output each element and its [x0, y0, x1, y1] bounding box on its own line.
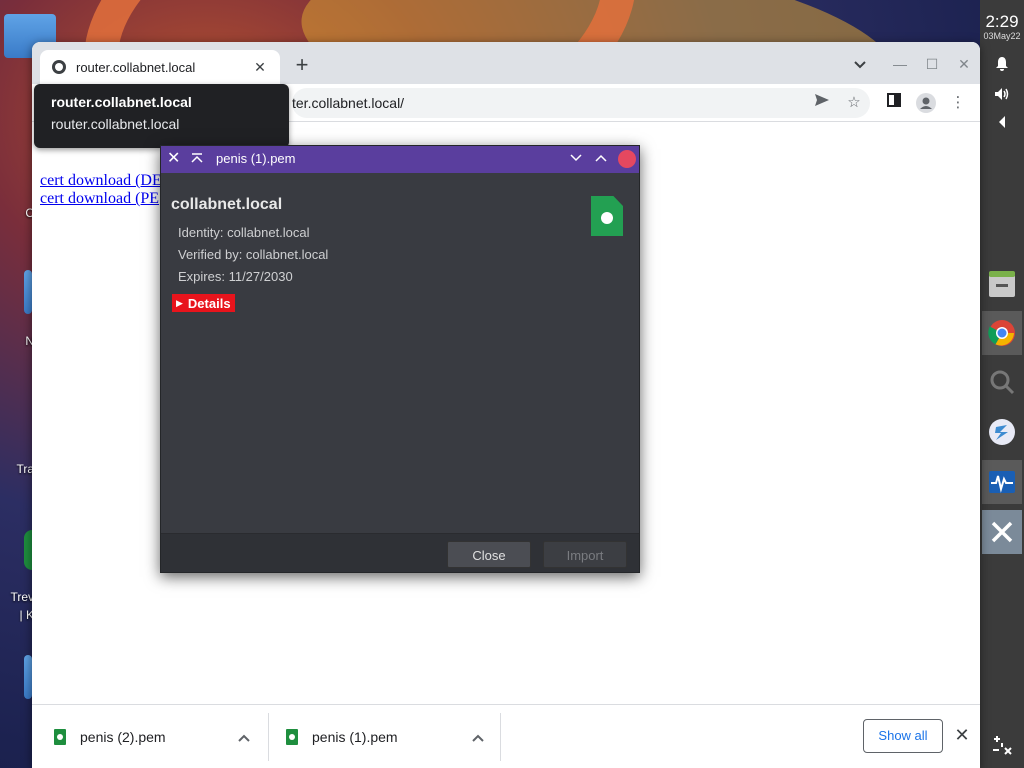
dialog-footer: Close Import: [161, 533, 639, 572]
certificate-dialog: ✕ penis (1).pem collabnet.local Identity…: [160, 145, 640, 573]
system-shelf: 2:29 03May22: [980, 0, 1024, 768]
tab-hover-tooltip: router.collabnet.local router.collabnet.…: [34, 84, 289, 148]
dialog-title: penis (1).pem: [216, 151, 296, 166]
chevron-up-icon[interactable]: [472, 729, 484, 745]
side-panel-icon[interactable]: [884, 93, 904, 113]
tooltip-subtitle: router.collabnet.local: [51, 116, 180, 132]
collapse-arrow-icon[interactable]: [980, 111, 1024, 133]
monitor-app-icon[interactable]: [982, 460, 1022, 504]
new-tab-button[interactable]: +: [290, 54, 314, 78]
dialog-body: collabnet.local Identity: collabnet.loca…: [161, 173, 639, 533]
dialog-titlebar[interactable]: ✕ penis (1).pem: [161, 146, 639, 173]
downloads-bar: penis (2).pem penis (1).pem Show all ✕: [32, 704, 980, 768]
clock-date[interactable]: 03May22: [980, 31, 1024, 41]
details-label: Details: [187, 295, 231, 311]
cert-download-der-link[interactable]: cert download (DE: [40, 172, 162, 190]
tab-close-icon[interactable]: ✕: [252, 59, 268, 75]
close-icon[interactable]: ✕: [167, 150, 183, 168]
close-x-app-icon[interactable]: [982, 510, 1022, 554]
maximize-chevron-icon[interactable]: [595, 150, 607, 165]
tab-active[interactable]: router.collabnet.local ✕: [40, 50, 280, 84]
tab-search-chevron-icon[interactable]: [850, 54, 870, 74]
tab-strip: router.collabnet.local ✕ + — ☐ ✕: [32, 42, 980, 84]
minimize-chevron-icon[interactable]: [570, 150, 582, 165]
launcher-corner-icon[interactable]: [980, 734, 1024, 756]
desktop-icon-label: Trev: [10, 590, 34, 604]
desktop-app-icon[interactable]: [24, 530, 32, 570]
desktop-icon-label: N: [25, 334, 34, 348]
profile-avatar[interactable]: [916, 93, 936, 113]
download-item-name: penis (1).pem: [312, 729, 398, 745]
show-all-button[interactable]: Show all: [863, 719, 943, 753]
file-icon: [286, 729, 298, 745]
details-expander[interactable]: ▶ Details: [172, 294, 235, 312]
chrome-app-icon[interactable]: [982, 311, 1022, 355]
menu-kebab-icon[interactable]: ⋮: [948, 93, 968, 113]
desktop-folder-icon[interactable]: [24, 655, 32, 699]
bell-icon[interactable]: [980, 53, 1024, 75]
close-downloads-icon[interactable]: ✕: [952, 725, 972, 745]
speaker-icon[interactable]: [980, 83, 1024, 105]
certificate-identity: Identity: collabnet.local: [178, 225, 310, 240]
address-url: ter.collabnet.local/: [292, 95, 405, 111]
download-item[interactable]: penis (1).pem: [286, 715, 496, 759]
file-icon: [54, 729, 66, 745]
desktop-icon-label: Tra: [16, 462, 34, 476]
close-button[interactable]: Close: [447, 541, 531, 568]
certificate-file-icon: [591, 196, 623, 236]
cert-download-pem-link[interactable]: cert download (PE: [40, 190, 159, 208]
close-circle-icon[interactable]: [618, 150, 636, 168]
send-icon[interactable]: [812, 93, 832, 113]
certificate-name: collabnet.local: [171, 196, 283, 213]
certificate-verified-by: Verified by: collabnet.local: [178, 247, 329, 262]
expand-triangle-icon: ▶: [176, 297, 183, 308]
desktop-icon-label: C: [25, 206, 34, 220]
import-button[interactable]: Import: [543, 541, 627, 568]
globe-icon: [52, 60, 66, 74]
tooltip-title: router.collabnet.local: [51, 94, 192, 110]
desktop-folder-icon[interactable]: [24, 270, 32, 314]
download-separator: [500, 713, 501, 761]
desktop-icon-label: | K: [19, 608, 34, 622]
chevron-up-icon[interactable]: [238, 729, 250, 745]
window-close-icon[interactable]: ✕: [954, 54, 974, 74]
clock-time[interactable]: 2:29: [980, 12, 1024, 32]
maximize-icon[interactable]: ☐: [922, 54, 942, 74]
address-bar[interactable]: ter.collabnet.local/: [292, 88, 870, 118]
app-launcher-icon[interactable]: [982, 410, 1022, 454]
bookmark-star-icon[interactable]: ☆: [844, 93, 864, 113]
download-separator: [268, 713, 269, 761]
keep-above-icon[interactable]: [191, 150, 207, 168]
search-icon[interactable]: [982, 360, 1022, 404]
certificate-expires: Expires: 11/27/2030: [178, 269, 293, 284]
files-app-icon[interactable]: [982, 262, 1022, 306]
tab-title: router.collabnet.local: [76, 59, 196, 75]
minimize-icon[interactable]: —: [890, 54, 910, 74]
download-item[interactable]: penis (2).pem: [54, 715, 264, 759]
download-item-name: penis (2).pem: [80, 729, 166, 745]
